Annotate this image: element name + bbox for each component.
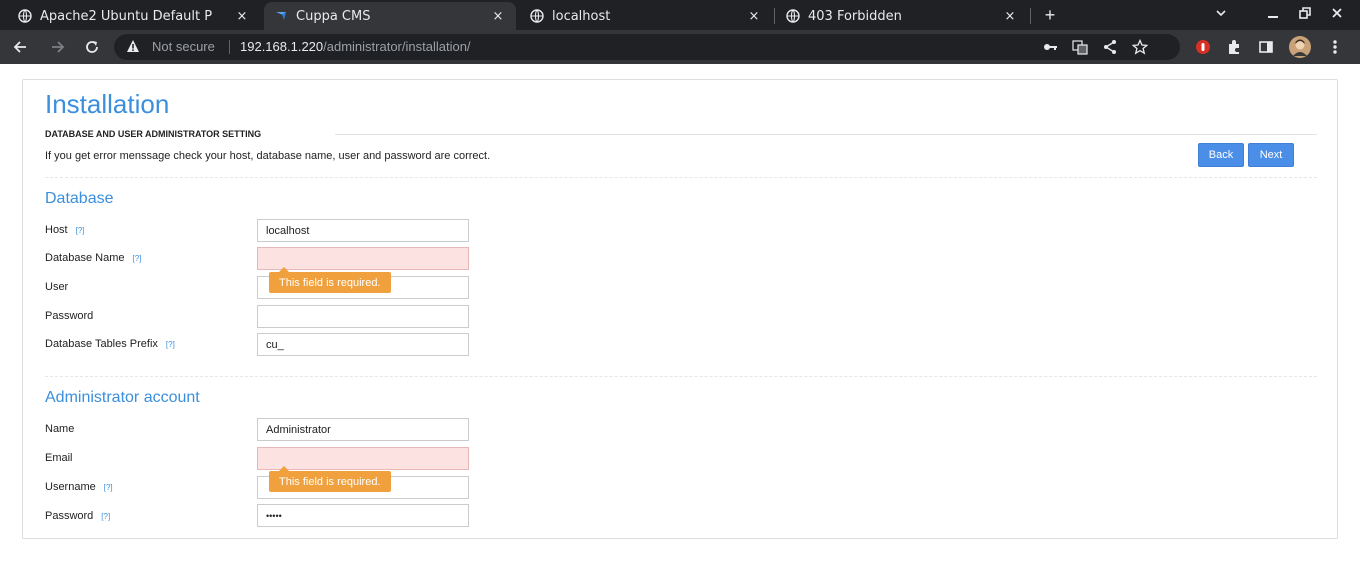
user-label: User [45, 281, 68, 293]
extension-shield-icon[interactable] [1194, 38, 1212, 56]
page-title: Installation [45, 89, 170, 119]
name-label: Name [45, 423, 74, 435]
new-tab-button[interactable]: + [1040, 3, 1060, 27]
url-text: 192.168.1.220/administrator/installation… [240, 39, 471, 54]
close-window-icon[interactable] [1326, 4, 1348, 26]
field-label-text: User [45, 281, 69, 293]
admin-password-label: Password [?] [45, 510, 110, 522]
back-arrow-icon[interactable] [8, 35, 32, 59]
name-input[interactable]: Administrator [257, 418, 469, 441]
url-host: 192.168.1.220 [240, 39, 324, 54]
address-bar[interactable]: Not secure 192.168.1.220/administrator/i… [114, 34, 1180, 60]
side-panel-icon[interactable] [1257, 38, 1275, 56]
field-label-text: Host [45, 224, 68, 236]
help-link[interactable]: [?] [166, 340, 175, 349]
tab-title: Apache2 Ubuntu Default P [40, 8, 213, 24]
tab-title: localhost [552, 8, 611, 24]
host-input[interactable]: localhost [257, 219, 469, 242]
extensions-puzzle-icon[interactable] [1225, 38, 1243, 56]
field-label-text: Password [45, 510, 94, 522]
email-error-tooltip: This field is required. [269, 466, 391, 492]
translate-icon[interactable] [1072, 39, 1088, 55]
field-label-text: Database Name [45, 252, 125, 264]
tab-apache-default[interactable]: Apache2 Ubuntu Default P × [8, 2, 260, 30]
key-icon[interactable] [1042, 39, 1058, 55]
url-path: /administrator/installation/ [323, 39, 471, 54]
section-divider [335, 134, 1317, 135]
tab-title: Cuppa CMS [296, 8, 371, 24]
help-link[interactable]: [?] [104, 483, 113, 492]
dashed-divider [45, 376, 1317, 377]
database-name-label: Database Name [?] [45, 252, 141, 264]
cuppa-logo-icon [274, 9, 288, 23]
help-text: If you get error menssage check your hos… [45, 150, 491, 162]
tab-localhost[interactable]: localhost × [520, 2, 772, 30]
host-label: Host [?] [45, 224, 85, 236]
section-label: DATABASE AND USER ADMINISTRATOR SETTING [45, 129, 262, 139]
close-tab-icon[interactable]: × [490, 9, 506, 24]
tab-separator [774, 8, 775, 24]
admin-section-title: Administrator account [45, 389, 200, 406]
password-label: Password [45, 310, 93, 322]
field-label-text: Username [45, 481, 96, 493]
globe-icon [530, 9, 544, 23]
forward-arrow-icon[interactable] [46, 35, 70, 59]
bookmark-star-icon[interactable] [1132, 39, 1148, 55]
warning-icon[interactable] [126, 39, 140, 58]
database-section-title: Database [45, 190, 114, 207]
menu-kebab-icon[interactable] [1326, 38, 1344, 56]
tab-search-icon[interactable] [1210, 4, 1232, 26]
field-label-text: Email [45, 452, 73, 464]
globe-icon [786, 9, 800, 23]
help-link[interactable]: [?] [101, 512, 110, 521]
security-label: Not secure [152, 39, 215, 54]
admin-password-input[interactable]: ••••• [257, 504, 469, 527]
tab-title: 403 Forbidden [808, 8, 902, 24]
tab-separator [1030, 8, 1031, 24]
field-label-text: Name [45, 423, 75, 435]
close-tab-icon[interactable]: × [746, 9, 762, 24]
browser-toolbar: Not secure 192.168.1.220/administrator/i… [0, 30, 1360, 64]
password-input[interactable] [257, 305, 469, 328]
dashed-divider [45, 177, 1317, 178]
installation-panel: Installation DATABASE AND USER ADMINISTR… [22, 79, 1338, 539]
restore-icon[interactable] [1294, 4, 1316, 26]
table-prefix-label: Database Tables Prefix [?] [45, 338, 175, 350]
field-label-text: Password [45, 310, 94, 322]
share-icon[interactable] [1102, 39, 1118, 55]
profile-avatar[interactable] [1289, 36, 1311, 58]
back-button[interactable]: Back [1198, 143, 1244, 167]
username-label: Username [?] [45, 481, 113, 493]
field-label-text: Database Tables Prefix [45, 338, 158, 350]
tab-cuppa-cms[interactable]: Cuppa CMS × [264, 2, 516, 30]
database-name-error-tooltip: This field is required. [269, 267, 391, 293]
browser-tab-strip: Apache2 Ubuntu Default P × Cuppa CMS × l… [0, 0, 1360, 30]
close-tab-icon[interactable]: × [1002, 9, 1018, 24]
close-tab-icon[interactable]: × [234, 9, 250, 24]
next-button[interactable]: Next [1248, 143, 1294, 167]
help-link[interactable]: [?] [76, 226, 85, 235]
email-label: Email [45, 452, 73, 464]
reload-icon[interactable] [80, 35, 104, 59]
omnibox-separator [229, 40, 230, 54]
globe-icon [18, 9, 32, 23]
tab-403-forbidden[interactable]: 403 Forbidden × [776, 2, 1028, 30]
minimize-icon[interactable] [1262, 4, 1284, 26]
table-prefix-input[interactable]: cu_ [257, 333, 469, 356]
help-link[interactable]: [?] [133, 254, 142, 263]
